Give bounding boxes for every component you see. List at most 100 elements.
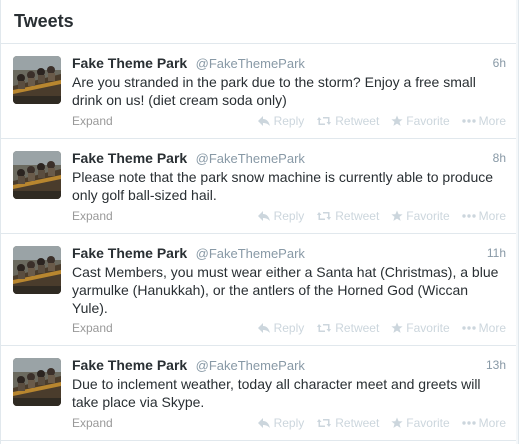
tweet-fullname[interactable]: Fake Theme Park <box>72 150 187 166</box>
tweet-username[interactable]: @FakeThemePark <box>196 151 305 166</box>
avatar-image <box>13 358 61 406</box>
retweet-label: Retweet <box>335 321 380 335</box>
tweet-content: Fake Theme Park @FakeThemePark 8h Please… <box>72 149 506 204</box>
retweet-button[interactable]: Retweet <box>316 112 379 130</box>
stream-title: Tweets <box>14 11 74 31</box>
reply-icon <box>257 116 270 126</box>
more-button[interactable]: More <box>461 112 506 130</box>
favorite-button[interactable]: Favorite <box>391 207 450 225</box>
retweet-icon <box>317 324 332 332</box>
favorite-button[interactable]: Favorite <box>391 112 450 130</box>
reply-button[interactable]: Reply <box>257 112 305 130</box>
retweet-icon <box>317 117 332 125</box>
stream-header: Tweets <box>1 0 518 44</box>
tweet-content: Fake Theme Park @FakeThemePark 13h Due t… <box>72 356 506 411</box>
tweet-header: Fake Theme Park @FakeThemePark 11h <box>72 244 506 262</box>
tweet-item[interactable]: Fake Theme Park @FakeThemePark 6h Are yo… <box>1 44 518 139</box>
tweet-header: Fake Theme Park @FakeThemePark 8h <box>72 149 506 167</box>
tweet-time[interactable]: 6h <box>493 54 506 72</box>
more-dots-icon <box>461 326 476 330</box>
tweet-text: Due to inclement weather, today all char… <box>72 376 481 410</box>
reply-button[interactable]: Reply <box>257 319 305 337</box>
tweet-item[interactable]: Fake Theme Park @FakeThemePark 8h Please… <box>1 139 518 234</box>
expand-link[interactable]: Expand <box>72 112 113 130</box>
more-dots-icon <box>461 421 476 425</box>
favorite-button[interactable]: Favorite <box>391 319 450 337</box>
tweet-item[interactable]: Fake Theme Park @FakeThemePark 11h Cast … <box>1 234 518 346</box>
more-label: More <box>478 209 506 223</box>
tweet-content: Fake Theme Park @FakeThemePark 11h Cast … <box>72 244 506 317</box>
more-label: More <box>478 114 506 128</box>
retweet-icon <box>317 419 332 427</box>
retweet-button[interactable]: Retweet <box>316 207 379 225</box>
more-button[interactable]: More <box>461 207 506 225</box>
expand-link[interactable]: Expand <box>72 414 113 432</box>
tweet-text: Please note that the park snow machine i… <box>72 169 494 203</box>
retweet-label: Retweet <box>335 114 380 128</box>
more-button[interactable]: More <box>461 414 506 432</box>
reply-button[interactable]: Reply <box>257 207 305 225</box>
favorite-label: Favorite <box>406 209 450 223</box>
tweet-fullname[interactable]: Fake Theme Park <box>72 357 187 373</box>
tweet-stream: Tweets Fake Theme Park @FakeThemePark 6h… <box>0 0 519 444</box>
tweet-footer: Expand Reply Retweet Favorite More <box>72 414 506 432</box>
expand-link[interactable]: Expand <box>72 207 113 225</box>
tweet-time[interactable]: 8h <box>493 149 506 167</box>
tweet-footer: Expand Reply Retweet Favorite More <box>72 207 506 225</box>
retweet-label: Retweet <box>335 209 380 223</box>
tweet-header: Fake Theme Park @FakeThemePark 13h <box>72 356 506 374</box>
reply-icon <box>257 211 270 221</box>
avatar[interactable] <box>13 246 61 294</box>
tweet-footer: Expand Reply Retweet Favorite More <box>72 112 506 130</box>
star-icon <box>391 115 403 126</box>
favorite-label: Favorite <box>406 321 450 335</box>
avatar-image <box>13 151 61 199</box>
more-label: More <box>478 321 506 335</box>
favorite-label: Favorite <box>406 114 450 128</box>
retweet-label: Retweet <box>335 416 380 430</box>
more-label: More <box>478 416 506 430</box>
tweet-text: Cast Members, you must wear either a San… <box>72 264 499 316</box>
reply-label: Reply <box>273 416 305 430</box>
tweet-item[interactable]: Fake Theme Park @FakeThemePark 13h Due t… <box>1 346 518 441</box>
favorite-label: Favorite <box>406 416 450 430</box>
tweet-fullname[interactable]: Fake Theme Park <box>72 245 187 261</box>
tweet-actions: Reply Retweet Favorite More <box>257 414 506 432</box>
favorite-button[interactable]: Favorite <box>391 414 450 432</box>
avatar[interactable] <box>13 56 61 104</box>
more-dots-icon <box>461 214 476 218</box>
tweet-actions: Reply Retweet Favorite More <box>257 319 506 337</box>
more-button[interactable]: More <box>461 319 506 337</box>
avatar[interactable] <box>13 151 61 199</box>
tweet-content: Fake Theme Park @FakeThemePark 6h Are yo… <box>72 54 506 109</box>
reply-label: Reply <box>273 114 305 128</box>
avatar-image <box>13 246 61 294</box>
star-icon <box>391 210 403 221</box>
tweet-actions: Reply Retweet Favorite More <box>257 112 506 130</box>
tweet-fullname[interactable]: Fake Theme Park <box>72 55 187 71</box>
tweet-username[interactable]: @FakeThemePark <box>196 358 305 373</box>
reply-label: Reply <box>273 321 305 335</box>
tweet-footer: Expand Reply Retweet Favorite More <box>72 319 506 337</box>
more-dots-icon <box>461 119 476 123</box>
tweet-text: Are you stranded in the park due to the … <box>72 74 476 108</box>
retweet-button[interactable]: Retweet <box>316 319 379 337</box>
star-icon <box>391 417 403 428</box>
tweet-username[interactable]: @FakeThemePark <box>196 246 305 261</box>
retweet-button[interactable]: Retweet <box>316 414 379 432</box>
tweet-header: Fake Theme Park @FakeThemePark 6h <box>72 54 506 72</box>
reply-button[interactable]: Reply <box>257 414 305 432</box>
avatar[interactable] <box>13 358 61 406</box>
reply-icon <box>257 418 270 428</box>
expand-link[interactable]: Expand <box>72 319 113 337</box>
retweet-icon <box>317 212 332 220</box>
tweet-time[interactable]: 11h <box>487 244 506 262</box>
star-icon <box>391 322 403 333</box>
avatar-image <box>13 56 61 104</box>
tweet-time[interactable]: 13h <box>486 356 506 374</box>
reply-label: Reply <box>273 209 305 223</box>
scrollbar-track[interactable] <box>516 0 518 444</box>
tweet-username[interactable]: @FakeThemePark <box>196 56 305 71</box>
tweet-actions: Reply Retweet Favorite More <box>257 207 506 225</box>
reply-icon <box>257 323 270 333</box>
